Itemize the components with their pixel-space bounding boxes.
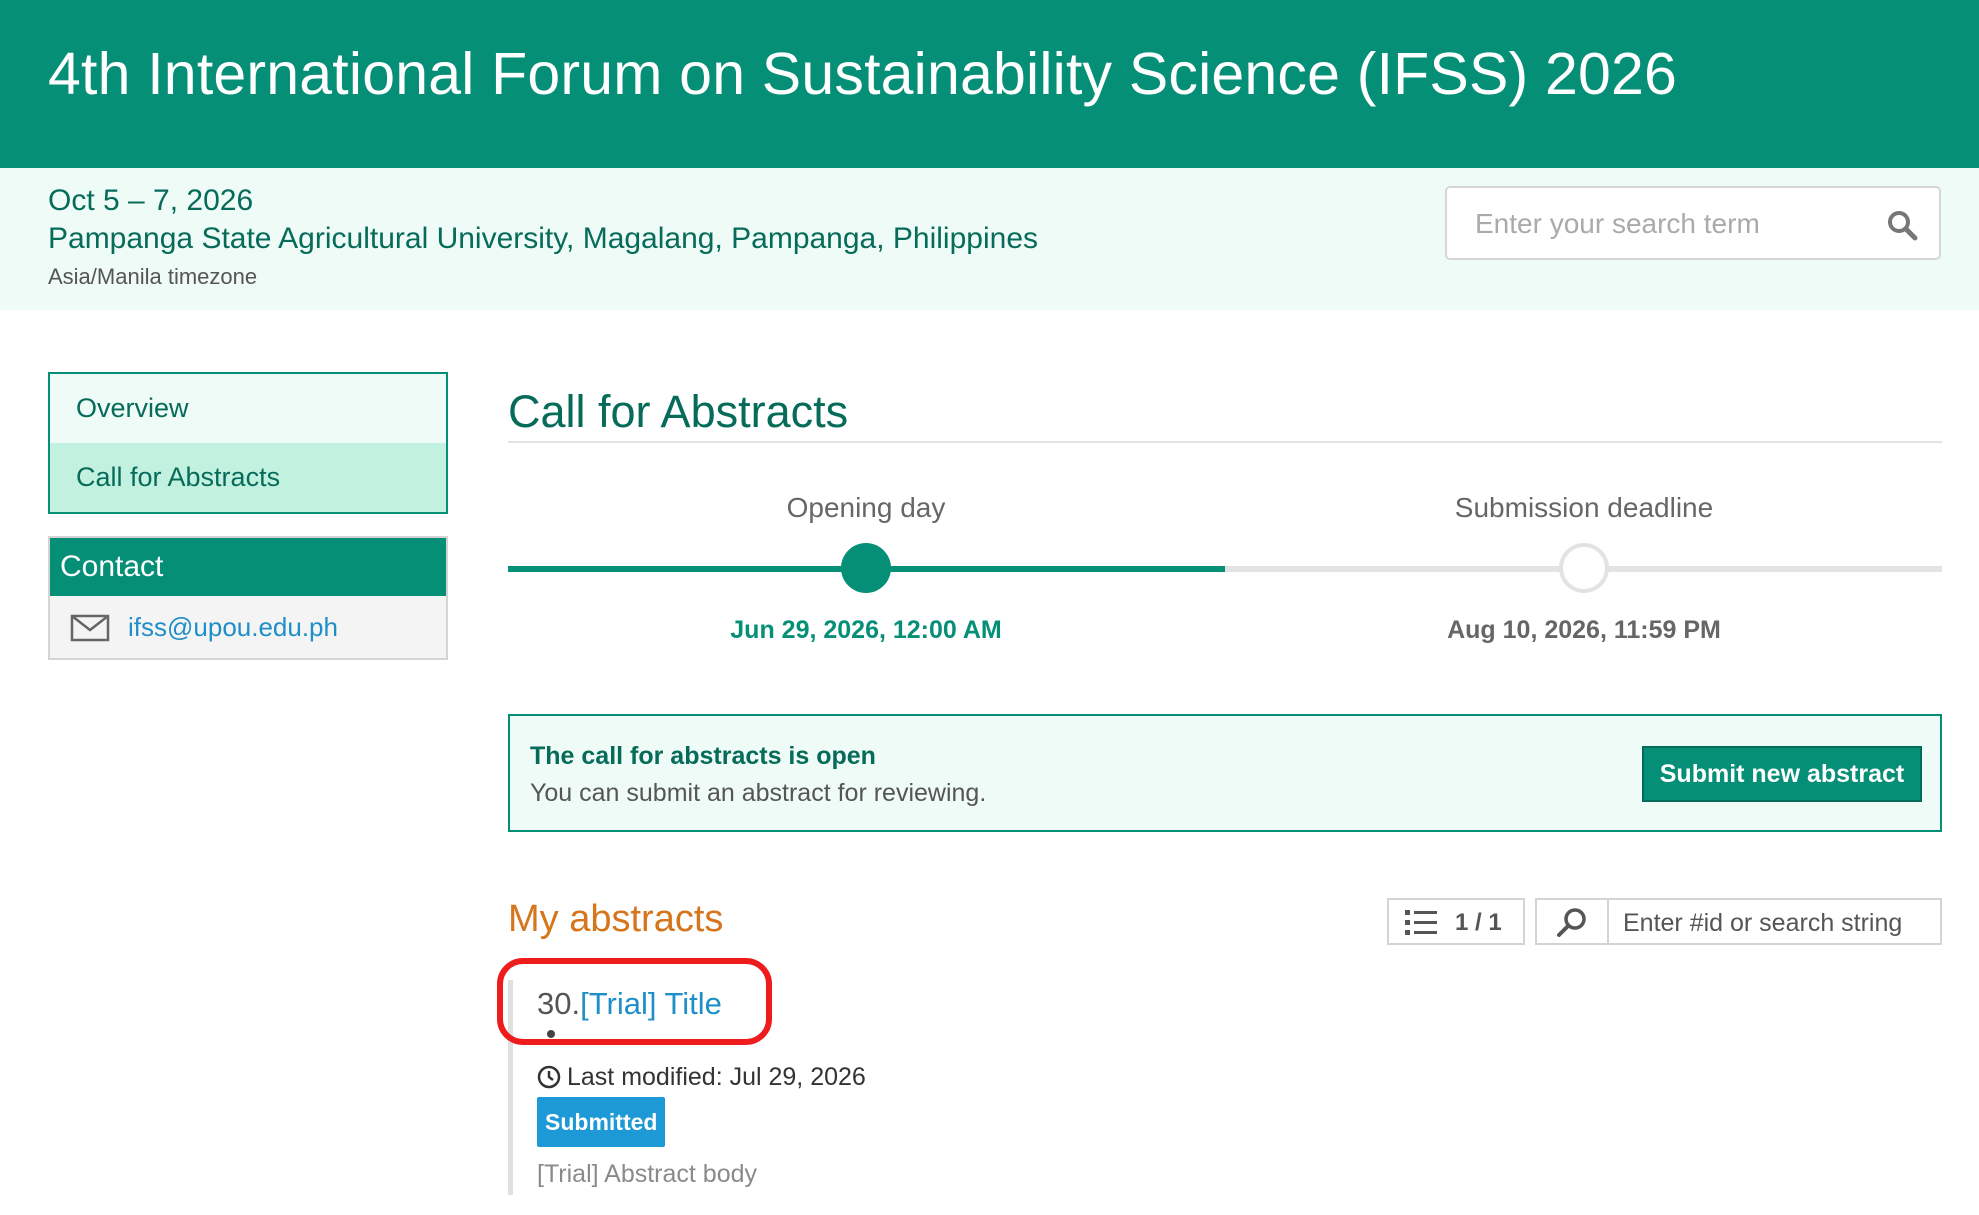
contact-heading: Contact (50, 538, 446, 596)
abstract-count: 1 / 1 (1455, 909, 1502, 936)
timeline-node-opening (841, 543, 891, 593)
highlight-annotation (497, 958, 772, 1045)
abstract-list-counter[interactable]: 1 / 1 (1387, 898, 1525, 945)
call-open-notice: The call for abstracts is open You can s… (508, 714, 1942, 832)
site-search[interactable] (1445, 186, 1941, 260)
timeline-date-opening: Jun 29, 2026, 12:00 AM (730, 616, 1002, 644)
last-modified-text: Last modified: Jul 29, 2026 (567, 1063, 866, 1091)
last-modified: Last modified: Jul 29, 2026 (537, 1063, 866, 1092)
abstract-search-button[interactable] (1537, 900, 1609, 943)
abstract-search-input[interactable] (1621, 906, 1935, 940)
clock-icon (537, 1065, 561, 1089)
search-icon[interactable] (1885, 208, 1919, 242)
notice-text: You can submit an abstract for reviewing… (530, 779, 987, 807)
status-badge: Submitted (537, 1097, 666, 1147)
event-dates: Oct 5 – 7, 2026 (48, 184, 254, 217)
list-icon (1405, 910, 1437, 935)
timeline-step-label-opening: Opening day (786, 492, 946, 523)
abstract-body-preview: [Trial] Abstract body (537, 1160, 757, 1188)
timeline-date-deadline: Aug 10, 2026, 11:59 PM (1447, 616, 1721, 644)
timeline-step-label-deadline: Submission deadline (1454, 492, 1714, 523)
conference-title[interactable]: 4th International Forum on Sustainabilit… (48, 40, 1677, 108)
event-timezone: Asia/Manila timezone (48, 264, 258, 289)
sidebar-item-overview[interactable]: Overview (50, 374, 446, 443)
sidebar-menu: Overview Call for Abstracts (48, 372, 448, 514)
mail-icon (70, 614, 110, 642)
magnifier-icon (1557, 908, 1586, 937)
contact-box: Contact ifss@upou.edu.ph (48, 536, 448, 660)
notice-title: The call for abstracts is open (530, 742, 876, 770)
contact-email-link[interactable]: ifss@upou.edu.ph (128, 612, 338, 643)
my-abstracts-heading: My abstracts (508, 898, 724, 940)
title-divider (508, 441, 1942, 443)
site-search-input[interactable] (1473, 202, 1867, 246)
page-title: Call for Abstracts (508, 386, 849, 437)
sidebar-item-call-for-abstracts[interactable]: Call for Abstracts (50, 443, 446, 512)
conference-header: 4th International Forum on Sustainabilit… (0, 0, 1979, 168)
event-venue: Pampanga State Agricultural University, … (48, 222, 1038, 255)
abstract-search[interactable] (1535, 898, 1942, 945)
timeline-node-deadline (1559, 543, 1609, 593)
submit-new-abstract-button[interactable]: Submit new abstract (1642, 746, 1922, 802)
